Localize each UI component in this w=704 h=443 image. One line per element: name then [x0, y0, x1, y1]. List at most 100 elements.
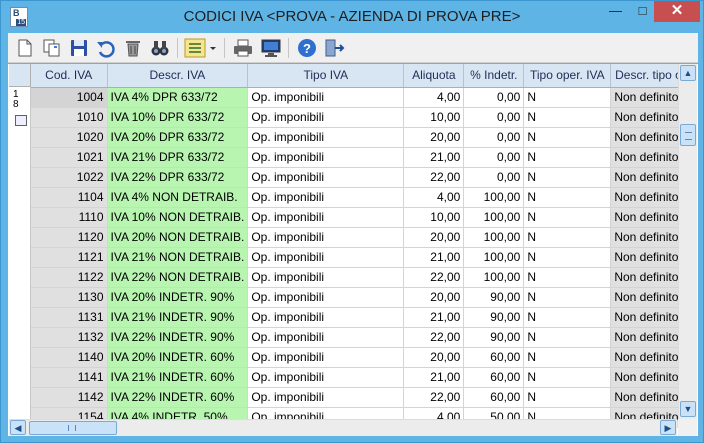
cell-aliquota[interactable]: 22,00: [403, 267, 465, 288]
cell-descr-iva[interactable]: IVA 20% INDETR. 60%: [107, 347, 249, 368]
table-row[interactable]: 1130 IVA 20% INDETR. 90% Op. imponibili 20,…: [31, 287, 694, 308]
find-binoculars-icon[interactable]: [149, 37, 171, 59]
record-icon[interactable]: [15, 115, 27, 126]
cell-aliquota[interactable]: 21,00: [403, 307, 465, 328]
cell-aliquota[interactable]: 20,00: [403, 227, 465, 248]
cell-tipo-iva[interactable]: Op. imponibili: [247, 327, 405, 348]
cell-descr-iva[interactable]: IVA 4% NON DETRAIB.: [107, 187, 249, 208]
cell-aliquota[interactable]: 21,00: [403, 247, 465, 268]
vertical-scroll-thumb[interactable]: [680, 124, 696, 146]
table-row[interactable]: 1110 IVA 10% NON DETRAIB. Op. imponibili 10…: [31, 207, 694, 228]
cell-tipo-iva[interactable]: Op. imponibili: [247, 267, 405, 288]
table-row[interactable]: 1020 IVA 20% DPR 633/72 Op. imponibili 20,0…: [31, 127, 694, 148]
exit-door-icon[interactable]: [323, 37, 345, 59]
cell-tipo-iva[interactable]: Op. imponibili: [247, 227, 405, 248]
cell-aliquota[interactable]: 22,00: [403, 387, 465, 408]
cell-tipo-iva[interactable]: Op. imponibili: [247, 207, 405, 228]
cell-indetr[interactable]: 60,00: [463, 387, 525, 408]
cell-tipo-iva[interactable]: Op. imponibili: [247, 167, 405, 188]
table-row[interactable]: 1132 IVA 22% INDETR. 90% Op. imponibili 22,…: [31, 327, 694, 348]
cell-cod-iva[interactable]: 1021: [31, 147, 108, 168]
cell-aliquota[interactable]: 22,00: [403, 327, 465, 348]
cell-tipo-oper[interactable]: N: [523, 287, 612, 308]
cell-cod-iva[interactable]: 1121: [31, 247, 108, 268]
cell-tipo-iva[interactable]: Op. imponibili: [247, 247, 405, 268]
table-row[interactable]: 1142 IVA 22% INDETR. 60% Op. imponibili 22,…: [31, 387, 694, 408]
cell-aliquota[interactable]: 4,00: [403, 87, 465, 108]
table-row[interactable]: 1010 IVA 10% DPR 633/72 Op. imponibili 10,0…: [31, 107, 694, 128]
cell-cod-iva[interactable]: 1130: [31, 287, 108, 308]
cell-cod-iva[interactable]: 1131: [31, 307, 108, 328]
cell-cod-iva[interactable]: 1020: [31, 127, 108, 148]
monitor-icon[interactable]: [260, 37, 282, 59]
cell-tipo-iva[interactable]: Op. imponibili: [247, 347, 405, 368]
grid-corner[interactable]: [9, 64, 31, 87]
table-row[interactable]: 1120 IVA 20% NON DETRAIB. Op. imponibili 20…: [31, 227, 694, 248]
size-grip[interactable]: [678, 419, 697, 436]
cell-descr-iva[interactable]: IVA 20% INDETR. 90%: [107, 287, 249, 308]
horizontal-scroll-thumb[interactable]: [29, 421, 117, 435]
cell-aliquota[interactable]: 22,00: [403, 167, 465, 188]
table-row[interactable]: 1122 IVA 22% NON DETRAIB. Op. imponibili 22…: [31, 267, 694, 288]
minimize-button[interactable]: —: [602, 1, 629, 22]
cell-tipo-oper[interactable]: N: [523, 187, 612, 208]
scroll-left-button[interactable]: ◀: [10, 420, 26, 435]
column-header[interactable]: Aliquota: [403, 64, 465, 88]
cell-indetr[interactable]: 60,00: [463, 347, 525, 368]
cell-cod-iva[interactable]: 1022: [31, 167, 108, 188]
cell-cod-iva[interactable]: 1120: [31, 227, 108, 248]
cell-tipo-oper[interactable]: N: [523, 127, 612, 148]
cell-indetr[interactable]: 0,00: [463, 87, 525, 108]
cell-cod-iva[interactable]: 1141: [31, 367, 108, 388]
cell-indetr[interactable]: 100,00: [463, 227, 525, 248]
cell-tipo-oper[interactable]: N: [523, 267, 612, 288]
cell-aliquota[interactable]: 20,00: [403, 287, 465, 308]
cell-tipo-oper[interactable]: N: [523, 307, 612, 328]
print-icon[interactable]: [232, 37, 254, 59]
cell-indetr[interactable]: 100,00: [463, 207, 525, 228]
scroll-down-button[interactable]: ▼: [680, 401, 696, 417]
cell-tipo-iva[interactable]: Op. imponibili: [247, 307, 405, 328]
cell-descr-iva[interactable]: IVA 22% INDETR. 90%: [107, 327, 249, 348]
cell-aliquota[interactable]: 10,00: [403, 107, 465, 128]
cell-descr-iva[interactable]: IVA 22% NON DETRAIB.: [107, 267, 249, 288]
cell-cod-iva[interactable]: 1142: [31, 387, 108, 408]
cell-aliquota[interactable]: 20,00: [403, 347, 465, 368]
cell-cod-iva[interactable]: 1110: [31, 207, 108, 228]
table-row[interactable]: 1022 IVA 22% DPR 633/72 Op. imponibili 22,0…: [31, 167, 694, 188]
maximize-button[interactable]: □: [629, 1, 656, 22]
cell-tipo-iva[interactable]: Op. imponibili: [247, 127, 405, 148]
column-header[interactable]: Tipo oper. IVA: [523, 64, 612, 88]
cell-indetr[interactable]: 0,00: [463, 107, 525, 128]
cell-tipo-oper[interactable]: N: [523, 227, 612, 248]
cell-indetr[interactable]: 100,00: [463, 187, 525, 208]
cell-indetr[interactable]: 90,00: [463, 287, 525, 308]
cell-indetr[interactable]: 0,00: [463, 127, 525, 148]
table-row[interactable]: 1004 IVA 4% DPR 633/72 Op. imponibili 4,00 0…: [31, 87, 694, 108]
title-bar[interactable]: B 15 CODICI IVA <PROVA - AZIENDA DI PROV…: [1, 1, 703, 33]
cell-indetr[interactable]: 100,00: [463, 247, 525, 268]
cell-indetr[interactable]: 0,00: [463, 147, 525, 168]
cell-cod-iva[interactable]: 1132: [31, 327, 108, 348]
cell-tipo-iva[interactable]: Op. imponibili: [247, 147, 405, 168]
cell-cod-iva[interactable]: 1010: [31, 107, 108, 128]
cell-aliquota[interactable]: 10,00: [403, 207, 465, 228]
list-options-dropdown[interactable]: [184, 37, 218, 59]
column-header[interactable]: % Indetr.: [463, 64, 525, 88]
cell-descr-iva[interactable]: IVA 20% NON DETRAIB.: [107, 227, 249, 248]
vertical-scrollbar[interactable]: ▲ ▼: [678, 64, 697, 419]
cell-cod-iva[interactable]: 1104: [31, 187, 108, 208]
table-row[interactable]: 1121 IVA 21% NON DETRAIB. Op. imponibili 21…: [31, 247, 694, 268]
cell-indetr[interactable]: 60,00: [463, 367, 525, 388]
cell-tipo-iva[interactable]: Op. imponibili: [247, 187, 405, 208]
cell-tipo-oper[interactable]: N: [523, 247, 612, 268]
undo-icon[interactable]: [95, 37, 117, 59]
table-row[interactable]: 1104 IVA 4% NON DETRAIB. Op. imponibili 4,0…: [31, 187, 694, 208]
new-document-icon[interactable]: [14, 37, 36, 59]
cell-descr-iva[interactable]: IVA 10% DPR 633/72: [107, 107, 249, 128]
column-header[interactable]: Tipo IVA: [247, 64, 405, 88]
cell-tipo-oper[interactable]: N: [523, 387, 612, 408]
cell-indetr[interactable]: 0,00: [463, 167, 525, 188]
cell-cod-iva[interactable]: 1140: [31, 347, 108, 368]
cell-aliquota[interactable]: 21,00: [403, 367, 465, 388]
